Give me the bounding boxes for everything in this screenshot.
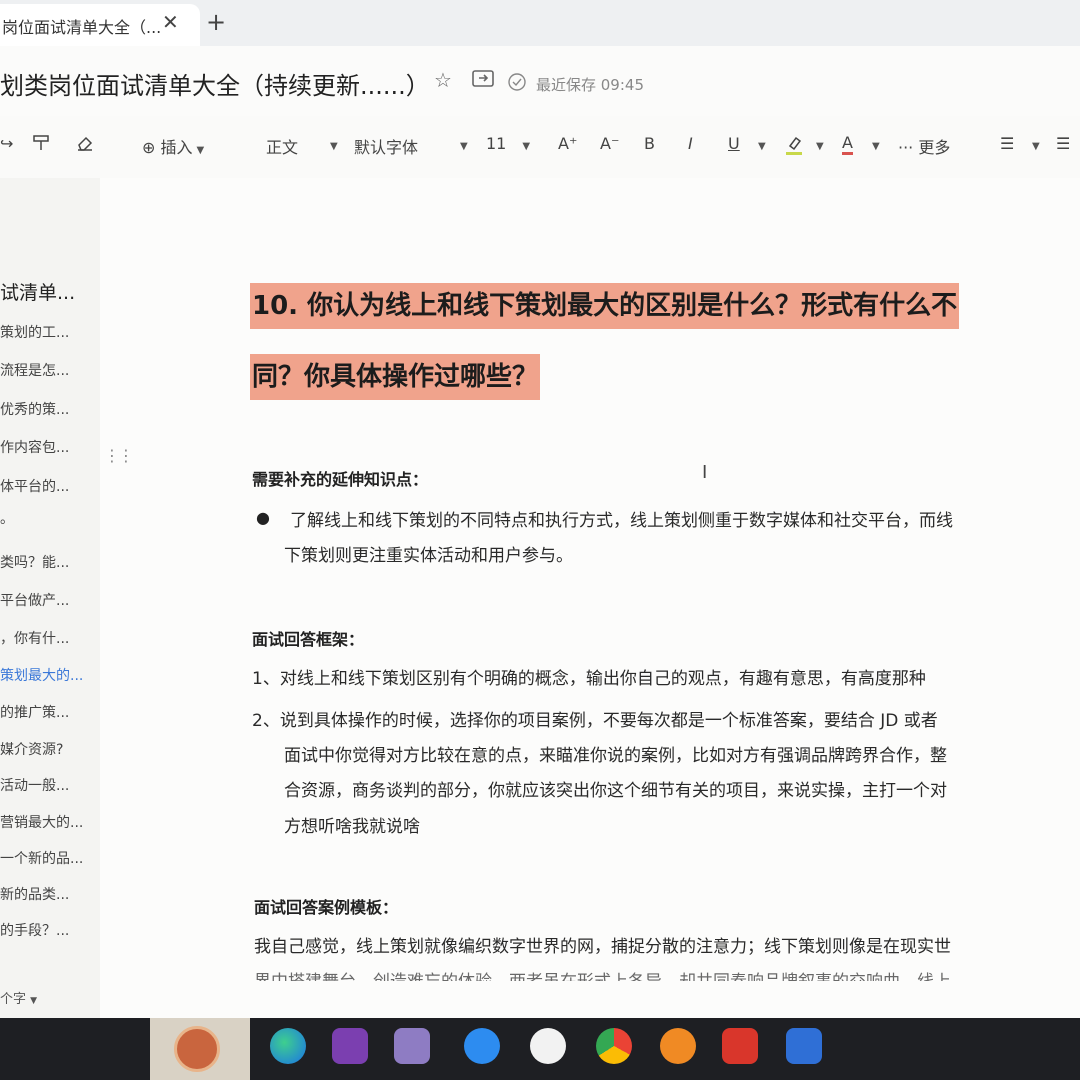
star-icon[interactable]: ☆	[434, 68, 452, 92]
highlight-icon[interactable]	[784, 134, 804, 160]
new-tab-icon[interactable]: +	[206, 8, 226, 36]
framework-item-1: 1、对线上和线下策划区别有个明确的概念，输出你自己的观点，有趣有意思，有高度那种	[252, 669, 926, 689]
redo-icon[interactable]: ↪	[0, 134, 13, 153]
saved-check-icon	[508, 72, 526, 96]
more-label: 更多	[918, 138, 951, 157]
chevron-down-icon[interactable]: ▼	[1028, 134, 1040, 153]
outline-item[interactable]: 体平台的...	[0, 476, 69, 496]
outline-item-active[interactable]: 策划最大的...	[0, 665, 83, 685]
framework-item-2-cont: 合资源，商务谈判的部分，你就应该突出你这个细节有关的项目，来说实操，主打一个对	[284, 781, 947, 801]
framework-item-2-cont: 面试中你觉得对方比较在意的点，来瞄准你说的案例，比如对方有强调品牌跨界合作，整	[284, 746, 947, 766]
outline-item[interactable]: 营销最大的...	[0, 812, 83, 832]
framework-item-2-cont: 方想听啥我就说啥	[284, 817, 420, 837]
document-title[interactable]: 划类岗位面试清单大全（持续更新......）	[0, 66, 430, 101]
outline-item[interactable]: 新的品类...	[0, 884, 69, 904]
framework-item-2: 2、说到具体操作的时候，选择你的项目案例，不要每次都是一个标准答案，要结合 JD…	[252, 711, 938, 731]
question-heading-line2: 同？你具体操作过哪些？	[250, 354, 541, 400]
tab-title: 岗位面试清单大全（...	[2, 18, 162, 37]
outline-item[interactable]: 优秀的策...	[0, 399, 69, 419]
word-count[interactable]: 个字 ▼	[0, 988, 37, 1007]
outline-sidebar: 试清单... 策划的工... 流程是怎... 优秀的策... 作内容包... 体…	[0, 178, 100, 1018]
onenote-icon[interactable]	[332, 1028, 368, 1064]
bullet-text: 了解线上和线下策划的不同特点和执行方式，线上策划侧重于数字媒体和社交平台，而线	[290, 511, 953, 531]
bullet-text: 下策划则更注重实体活动和用户参与。	[284, 546, 573, 566]
chevron-down-icon[interactable]: ▼	[456, 134, 468, 153]
insert-label: 插入	[160, 138, 193, 157]
outline-item[interactable]: 的手段？...	[0, 920, 69, 940]
numbered-list-icon[interactable]: ☰	[1056, 134, 1070, 153]
format-painter-icon[interactable]	[32, 134, 50, 156]
outline-item[interactable]: 活动一般...	[0, 775, 69, 795]
outline-item[interactable]: 策划的工...	[0, 322, 69, 342]
more-button[interactable]: ··· 更多	[898, 134, 950, 158]
plus-circle-icon: ⊕	[142, 138, 156, 157]
italic-button[interactable]: I	[688, 134, 693, 153]
outline-item[interactable]: 流程是怎...	[0, 360, 69, 380]
move-folder-icon[interactable]	[472, 68, 494, 93]
outline-title[interactable]: 试清单...	[0, 278, 75, 305]
eraser-icon[interactable]	[76, 134, 94, 156]
text-cursor-icon: I	[702, 462, 708, 483]
paragraph-style-label: 正文	[266, 138, 299, 157]
increase-font-button[interactable]: A⁺	[558, 134, 577, 153]
outline-item[interactable]: 一个新的品...	[0, 848, 83, 868]
chevron-down-icon[interactable]: ▼	[754, 134, 766, 153]
save-status: 最近保存 09:45	[536, 76, 644, 94]
app-icon[interactable]	[530, 1028, 566, 1064]
font-size-label: 11	[486, 134, 507, 153]
notes-icon[interactable]	[394, 1028, 430, 1064]
document-body[interactable]: 10. 你认为线上和线下策划最大的区别是什么？形式有什么不 同？你具体操作过哪些…	[100, 178, 1080, 1018]
outline-item[interactable]: 的推广策...	[0, 702, 69, 722]
close-icon[interactable]: ✕	[162, 10, 179, 34]
browser-tab[interactable]: 岗位面试清单大全（... ✕	[0, 4, 200, 46]
outline-item[interactable]: ，你有什...	[0, 628, 69, 648]
chrome-icon[interactable]	[596, 1028, 632, 1064]
bold-button[interactable]: B	[644, 134, 655, 153]
chevron-down-icon: ▼	[522, 141, 531, 152]
underline-button[interactable]: U	[728, 134, 740, 153]
section-title-example: 面试回答案例模板：	[254, 898, 399, 917]
outline-item[interactable]: 媒介资源?	[0, 739, 63, 759]
font-label: 默认字体	[354, 138, 419, 157]
chevron-down-icon[interactable]: ▼	[326, 134, 338, 153]
typora-icon[interactable]	[786, 1028, 822, 1064]
section-title-knowledge: 需要补充的延伸知识点：	[252, 470, 429, 489]
outline-item[interactable]: 作内容包...	[0, 437, 69, 457]
bullet-dot: ●	[256, 508, 270, 527]
wps-icon[interactable]	[722, 1028, 758, 1064]
section-title-framework: 面试回答框架：	[252, 630, 365, 649]
avatar[interactable]	[174, 1026, 220, 1072]
paragraph-style-select[interactable]: 正文	[266, 134, 298, 158]
question-heading-line1: 10. 你认为线上和线下策划最大的区别是什么？形式有什么不	[250, 283, 960, 329]
bullet-list-icon[interactable]: ☰	[1000, 134, 1014, 153]
chevron-down-icon[interactable]: ▼	[812, 134, 824, 153]
edge-icon[interactable]	[270, 1028, 306, 1064]
outline-item[interactable]: 。	[0, 508, 14, 528]
font-select[interactable]: 默认字体	[354, 134, 418, 158]
sogou-icon[interactable]	[464, 1028, 500, 1064]
taskbar-decoration	[150, 1018, 250, 1080]
windows-taskbar	[0, 1018, 1080, 1080]
search-icon[interactable]	[660, 1028, 696, 1064]
outline-item[interactable]: 类吗？能...	[0, 552, 69, 572]
more-dots-icon: ···	[898, 138, 914, 157]
font-color-button[interactable]: A	[842, 134, 853, 155]
example-text: 界中搭建舞台，创造难忘的体验。两者虽在形式上各异，却共同奏响品牌叙事的交响曲。线…	[254, 967, 951, 981]
browser-tab-bar: 岗位面试清单大全（... ✕ +	[0, 0, 1080, 46]
decrease-font-button[interactable]: A⁻	[600, 134, 619, 153]
chevron-down-icon: ▼	[30, 996, 38, 1006]
document-header: 划类岗位面试清单大全（持续更新......） ☆ 最近保存 09:45	[0, 46, 1080, 116]
chevron-down-icon: ▼	[196, 145, 205, 156]
insert-menu[interactable]: ⊕ 插入 ▼	[142, 134, 204, 158]
outline-item[interactable]: 平台做产...	[0, 590, 69, 610]
word-count-label: 个字	[0, 992, 27, 1007]
format-toolbar: ↪ ⊕ 插入 ▼ 正文 ▼ 默认字体 ▼ 11 ▼ A⁺ A⁻ B I U ▼ ▼ …	[0, 116, 1080, 178]
chevron-down-icon[interactable]: ▼	[868, 134, 880, 153]
font-size-select[interactable]: 11 ▼	[486, 134, 530, 153]
example-text: 我自己感觉，线上策划就像编织数字世界的网，捕捉分散的注意力；线下策划则像是在现实…	[254, 937, 951, 957]
drag-handle-icon[interactable]: ⋮⋮	[104, 446, 134, 465]
